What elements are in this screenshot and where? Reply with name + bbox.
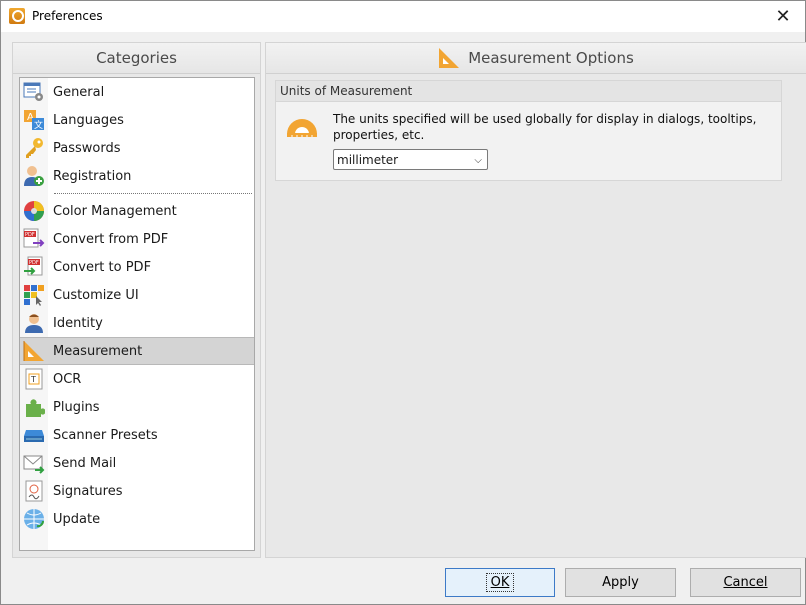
pdf-export-icon: PDF <box>23 228 45 248</box>
categories-header: Categories <box>13 43 260 74</box>
units-group-title: Units of Measurement <box>276 81 781 102</box>
options-panel: Measurement Options Units of Measurement… <box>265 42 806 558</box>
category-scanner-presets[interactable]: Scanner Presets <box>20 421 254 449</box>
category-label: Languages <box>53 112 124 128</box>
ruler-triangle-icon <box>23 341 44 361</box>
units-description: The units specified will be used globall… <box>333 112 757 142</box>
category-general[interactable]: General <box>20 78 254 106</box>
options-header: Measurement Options <box>266 43 806 74</box>
units-select[interactable]: millimeter ⌵ <box>333 149 488 170</box>
category-plugins[interactable]: Plugins <box>20 393 254 421</box>
category-convert-to-pdf[interactable]: PDF Convert to PDF <box>20 253 254 281</box>
category-label: Identity <box>53 315 103 331</box>
category-customize-ui[interactable]: Customize UI <box>20 281 254 309</box>
options-title: Measurement Options <box>468 49 634 67</box>
categories-list: General A文 Languages Passwords Registrat… <box>19 77 255 551</box>
category-languages[interactable]: A文 Languages <box>20 106 254 134</box>
signature-icon <box>25 480 43 502</box>
window-title: Preferences <box>32 9 103 23</box>
category-label: Plugins <box>53 399 100 415</box>
cancel-button[interactable]: Cancel <box>690 568 801 597</box>
title-bar: Preferences ✕ <box>1 1 805 32</box>
scanner-icon <box>24 430 44 442</box>
category-measurement[interactable]: Measurement <box>20 337 254 365</box>
category-convert-from-pdf[interactable]: PDF Convert from PDF <box>20 225 254 253</box>
close-button[interactable]: ✕ <box>761 1 805 32</box>
category-label: General <box>53 84 105 100</box>
ruler-triangle-icon <box>439 48 460 68</box>
category-label: Color Management <box>53 203 177 219</box>
category-passwords[interactable]: Passwords <box>20 134 254 162</box>
languages-icon: A文 <box>24 110 44 131</box>
general-settings-icon <box>23 82 43 101</box>
apply-button[interactable]: Apply <box>565 568 676 597</box>
units-selected-value: millimeter <box>337 153 399 167</box>
category-label: OCR <box>53 371 82 387</box>
svg-text:PDF: PDF <box>25 232 35 238</box>
category-identity[interactable]: Identity <box>20 309 254 337</box>
puzzle-icon <box>26 399 45 417</box>
customize-ui-icon <box>24 285 44 306</box>
category-separator <box>54 193 252 194</box>
category-label: Measurement <box>53 343 143 359</box>
category-update[interactable]: Update <box>20 505 254 533</box>
identity-icon <box>25 314 43 333</box>
category-send-mail[interactable]: Send Mail <box>20 449 254 477</box>
category-label: Send Mail <box>53 455 117 471</box>
category-signatures[interactable]: Signatures <box>20 477 254 505</box>
svg-text:PDF: PDF <box>29 260 39 266</box>
category-label: Passwords <box>53 140 121 156</box>
ok-button[interactable]: OK <box>445 568 555 597</box>
category-label: Signatures <box>53 483 123 499</box>
color-wheel-icon <box>24 201 44 221</box>
user-add-icon <box>24 166 44 186</box>
category-color-management[interactable]: Color Management <box>20 197 254 225</box>
pdf-import-icon: PDF <box>24 256 43 276</box>
category-ocr[interactable]: T OCR <box>20 365 254 393</box>
key-icon <box>26 138 43 158</box>
units-group: Units of Measurement The units specified… <box>275 80 782 181</box>
svg-text:T: T <box>30 375 36 384</box>
app-logo-icon <box>9 8 25 24</box>
category-label: Scanner Presets <box>53 427 158 443</box>
category-label: Registration <box>53 168 132 184</box>
category-label: Customize UI <box>53 287 139 303</box>
ocr-icon: T <box>25 368 43 390</box>
categories-panel: Categories General A文 Languages Password… <box>12 42 261 558</box>
chevron-down-icon: ⌵ <box>474 155 482 166</box>
category-registration[interactable]: Registration <box>20 162 254 190</box>
category-label: Update <box>53 511 101 527</box>
category-label: Convert from PDF <box>53 231 169 247</box>
protractor-icon <box>287 119 317 137</box>
category-label: Convert to PDF <box>53 259 152 275</box>
svg-text:文: 文 <box>34 119 43 131</box>
globe-update-icon <box>24 509 44 529</box>
preferences-window: Preferences ✕ Categories General A文 Lang… <box>0 0 806 605</box>
mail-icon <box>23 455 45 474</box>
